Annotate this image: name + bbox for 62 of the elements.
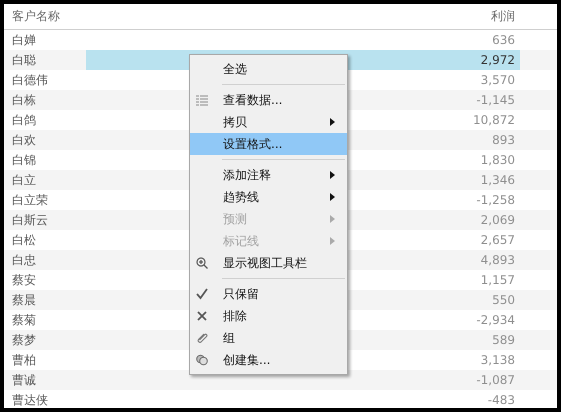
profit-value: -1,145 xyxy=(476,93,515,107)
column-header: 客户名称 xyxy=(11,8,61,25)
customer-name: 白鸽 xyxy=(11,112,37,128)
overlapping-circles-icon xyxy=(196,354,208,366)
customer-name: 曹柏 xyxy=(11,352,37,368)
menu-item[interactable]: 只保留 xyxy=(190,283,347,305)
profit-value: -1,087 xyxy=(476,373,515,387)
menu-item[interactable]: 显示视图工具栏 xyxy=(190,252,347,274)
customer-name: 白栋 xyxy=(11,92,37,108)
profit-value: 1,346 xyxy=(480,173,515,187)
profit-value: 2,657 xyxy=(480,233,515,247)
profit-value: 589 xyxy=(492,333,515,347)
profit-value: 893 xyxy=(492,133,515,147)
menu-item[interactable]: 拷贝 xyxy=(190,111,347,133)
customer-name: 白欢 xyxy=(11,132,37,148)
profit-value: 2,069 xyxy=(480,213,515,227)
menu-item[interactable]: 排除 xyxy=(190,305,347,327)
customer-name: 白立 xyxy=(11,172,37,188)
profit-value: 550 xyxy=(492,293,515,307)
profit-value: -483 xyxy=(488,393,515,407)
submenu-arrow-icon xyxy=(330,237,335,245)
paperclip-icon xyxy=(196,332,208,344)
customer-name: 白婵 xyxy=(11,32,37,48)
cross-icon xyxy=(196,310,208,322)
submenu-arrow-icon xyxy=(330,171,335,179)
menu-item[interactable]: 添加注释 xyxy=(190,164,347,186)
menu-item[interactable]: 查看数据... xyxy=(190,89,347,111)
customer-name: 蔡安 xyxy=(11,272,37,288)
submenu-arrow-icon xyxy=(330,118,335,126)
customer-name: 白松 xyxy=(11,232,37,248)
customer-name: 曹达侠 xyxy=(11,392,49,408)
customer-name: 蔡梦 xyxy=(11,332,37,348)
customer-name: 白聪 xyxy=(11,52,37,68)
profit-value: -1,258 xyxy=(476,193,515,207)
customer-name: 白锦 xyxy=(11,152,37,168)
profit-value: 4,893 xyxy=(480,253,515,267)
customer-name: 蔡菊 xyxy=(11,312,37,328)
grid-icon xyxy=(196,94,208,106)
profit-value: 1,157 xyxy=(480,273,515,287)
profit-value: 636 xyxy=(492,33,515,47)
submenu-arrow-icon xyxy=(330,215,335,223)
profit-value: 1,830 xyxy=(480,153,515,167)
menu-item[interactable]: 组 xyxy=(190,327,347,349)
customer-name: 白斯云 xyxy=(11,212,49,228)
customer-name: 白立荣 xyxy=(11,192,49,208)
customer-name: 蔡晨 xyxy=(11,292,37,308)
profit-value: 2,972 xyxy=(480,53,515,67)
zoom-in-icon xyxy=(196,257,208,269)
profit-value: 3,138 xyxy=(480,353,515,367)
profit-value: -2,934 xyxy=(476,313,515,327)
profit-value: 10,872 xyxy=(473,113,515,127)
customer-name: 白忠 xyxy=(11,252,37,268)
menu-item[interactable]: 全选 xyxy=(190,58,347,80)
check-icon xyxy=(196,288,208,300)
menu-item[interactable]: 趋势线 xyxy=(190,186,347,208)
profit-value: 3,570 xyxy=(480,73,515,87)
customer-name: 曹诚 xyxy=(11,372,37,388)
column-header: 利润 xyxy=(491,8,516,25)
customer-name: 白德伟 xyxy=(11,72,49,88)
menu-item[interactable]: 设置格式... xyxy=(190,133,347,155)
submenu-arrow-icon xyxy=(330,193,335,201)
menu-item[interactable]: 创建集... xyxy=(190,349,347,371)
